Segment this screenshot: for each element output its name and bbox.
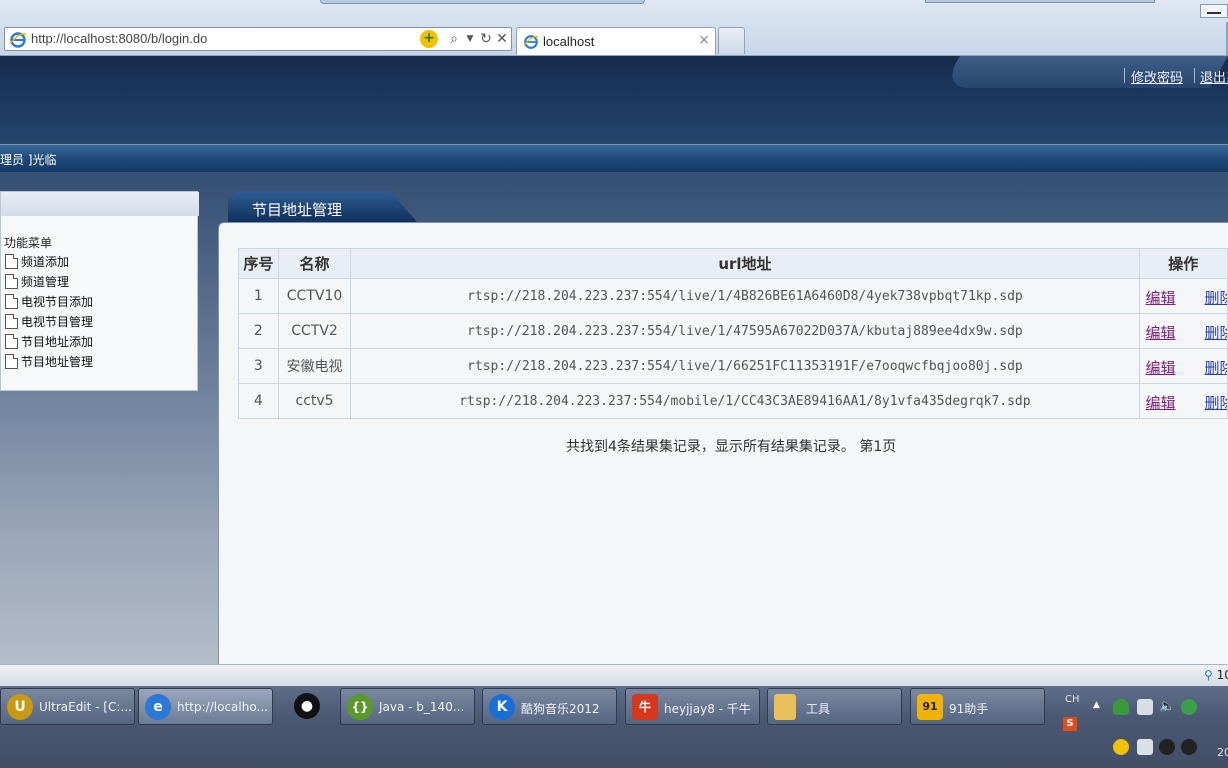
close-tab-icon[interactable]: × bbox=[698, 32, 710, 48]
taskbar-label: 工具 bbox=[806, 702, 831, 716]
row-index: 1 bbox=[238, 278, 279, 314]
taskbar-item-folder[interactable]: 工具 bbox=[767, 688, 902, 725]
result-summary: 共找到4条结果集记录，显示所有结果集记录。 第1页 bbox=[566, 439, 897, 455]
table-row: 4 cctv5 rtsp://218.204.223.237:554/mobil… bbox=[238, 383, 1228, 419]
row-actions: 编辑 删除 bbox=[1138, 278, 1228, 314]
kugou-icon: K bbox=[489, 694, 515, 720]
table-clip: 序号 名称 url地址 操作 1 CCTV10 rtsp://218.204.2… bbox=[0, 56, 1228, 664]
browser-chrome: http://localhost:8080/b/login.do + ⌕ ▼ ↻… bbox=[0, 0, 1228, 56]
row-url: rtsp://218.204.223.237:554/live/1/47595A… bbox=[350, 313, 1140, 349]
security-shield-icon[interactable] bbox=[1113, 699, 1129, 715]
zoom-value: 100% bbox=[1216, 668, 1228, 682]
windows-taskbar: U UltraEdit - [C:... e http://localho...… bbox=[0, 686, 1228, 768]
taskbar-item-kugou[interactable]: K 酷狗音乐2012 bbox=[482, 688, 617, 725]
taskbar-item-ultraedit[interactable]: U UltraEdit - [C:... bbox=[0, 688, 135, 725]
search-box-strip bbox=[925, 0, 1155, 3]
row-url: rtsp://218.204.223.237:554/live/1/66251F… bbox=[350, 348, 1140, 384]
taskbar-item-eclipse[interactable]: {} Java - b_140... bbox=[340, 688, 475, 725]
col-url-header: url地址 bbox=[350, 248, 1140, 279]
taskbar-label: heyjjay8 - 千牛 bbox=[664, 702, 751, 716]
zoom-icon: ⚲ bbox=[1204, 668, 1213, 682]
ie-icon bbox=[9, 32, 27, 48]
update-icon[interactable] bbox=[1181, 699, 1197, 715]
delete-link[interactable]: 删除 bbox=[1205, 287, 1227, 308]
table-row: 3 安徽电视 rtsp://218.204.223.237:554/live/1… bbox=[238, 348, 1228, 384]
qianniu-icon: 牛 bbox=[632, 694, 658, 720]
language-indicator[interactable]: CH bbox=[1065, 694, 1080, 705]
row-name: CCTV10 bbox=[277, 278, 352, 314]
91-assistant-icon: 91 bbox=[917, 694, 943, 720]
browser-status-bar: ⚲ 100% bbox=[0, 664, 1228, 686]
taskbar-label: Java - b_140... bbox=[379, 700, 465, 714]
taskbar-label: UltraEdit - [C:... bbox=[39, 700, 132, 714]
address-bar[interactable]: http://localhost:8080/b/login.do + ⌕ ▼ ↻… bbox=[4, 27, 512, 51]
taskbar-item-qianniu[interactable]: 牛 heyjjay8 - 千牛 bbox=[625, 688, 760, 725]
taskbar-label: http://localho... bbox=[177, 700, 268, 714]
col-name-header: 名称 bbox=[277, 248, 352, 279]
table-header-row: 序号 名称 url地址 操作 bbox=[238, 248, 1228, 279]
row-url: rtsp://218.204.223.237:554/live/1/4B826B… bbox=[350, 278, 1140, 314]
taskbar-item-ie[interactable]: e http://localho... bbox=[138, 688, 273, 725]
qq-tray-icon[interactable] bbox=[1159, 739, 1175, 755]
taskbar-item-91[interactable]: 91 91助手 bbox=[910, 688, 1045, 725]
tray-expand-icon[interactable]: ▲ bbox=[1093, 700, 1100, 710]
row-name: 安徽电视 bbox=[277, 348, 352, 384]
web-page: 修改密码 退出系统 理员 ]光临 功能菜单 频道添加 频道管理 电视节目添加 电… bbox=[0, 56, 1228, 664]
new-tab-button[interactable] bbox=[718, 27, 745, 54]
ultraedit-icon: U bbox=[7, 694, 33, 720]
taskbar-item-qq[interactable]: ● bbox=[290, 688, 330, 725]
title-bar-strip bbox=[320, 0, 645, 4]
row-actions: 编辑 删除 bbox=[1138, 383, 1228, 419]
delete-link[interactable]: 删除 bbox=[1205, 392, 1227, 413]
delete-link[interactable]: 删除 bbox=[1205, 357, 1227, 378]
stop-icon[interactable]: ✕ bbox=[493, 30, 511, 48]
edit-link[interactable]: 编辑 bbox=[1146, 287, 1176, 308]
row-actions: 编辑 删除 bbox=[1138, 313, 1228, 349]
col-index-header: 序号 bbox=[238, 248, 279, 279]
ie-tab-icon bbox=[523, 35, 539, 49]
edit-link[interactable]: 编辑 bbox=[1146, 392, 1176, 413]
row-name: cctv5 bbox=[277, 383, 352, 419]
row-url: rtsp://218.204.223.237:554/mobile/1/CC43… bbox=[350, 383, 1140, 419]
network-icon[interactable] bbox=[1137, 699, 1153, 715]
minimize-button[interactable] bbox=[1200, 4, 1228, 18]
taskbar-label: 酷狗音乐2012 bbox=[521, 702, 600, 716]
clock[interactable]: 20 bbox=[1217, 746, 1228, 759]
taskbar-label: 91助手 bbox=[949, 702, 989, 716]
row-name: CCTV2 bbox=[277, 313, 352, 349]
col-actions-header: 操作 bbox=[1138, 248, 1228, 279]
compat-view-icon[interactable]: + bbox=[420, 30, 438, 48]
row-index: 2 bbox=[238, 313, 279, 349]
tab-title: localhost bbox=[543, 34, 595, 49]
zoom-level[interactable]: ⚲ 100% bbox=[1204, 668, 1228, 682]
row-index: 4 bbox=[238, 383, 279, 419]
system-tray: CH S ▲ 🔈 20 bbox=[1055, 686, 1228, 768]
delete-link[interactable]: 删除 bbox=[1205, 322, 1227, 343]
ie-icon: e bbox=[145, 694, 171, 720]
qq-icon: ● bbox=[294, 693, 320, 719]
row-index: 3 bbox=[238, 348, 279, 384]
edit-link[interactable]: 编辑 bbox=[1146, 322, 1176, 343]
browser-tab[interactable]: localhost × bbox=[516, 27, 716, 55]
volume-icon[interactable]: 🔈 bbox=[1159, 699, 1175, 715]
row-actions: 编辑 删除 bbox=[1138, 348, 1228, 384]
download-icon[interactable] bbox=[1113, 739, 1129, 755]
ime-icon[interactable]: S bbox=[1063, 717, 1077, 731]
address-url[interactable]: http://localhost:8080/b/login.do bbox=[31, 31, 207, 46]
table-row: 1 CCTV10 rtsp://218.204.223.237:554/live… bbox=[238, 278, 1228, 314]
qq-tray-icon-2[interactable] bbox=[1181, 739, 1197, 755]
edit-link[interactable]: 编辑 bbox=[1146, 357, 1176, 378]
eclipse-icon: {} bbox=[347, 694, 373, 720]
table-row: 2 CCTV2 rtsp://218.204.223.237:554/live/… bbox=[238, 313, 1228, 349]
folder-icon bbox=[774, 694, 796, 720]
url-table: 序号 名称 url地址 操作 1 CCTV10 rtsp://218.204.2… bbox=[238, 248, 1228, 419]
app-tray-icon[interactable] bbox=[1137, 739, 1153, 755]
